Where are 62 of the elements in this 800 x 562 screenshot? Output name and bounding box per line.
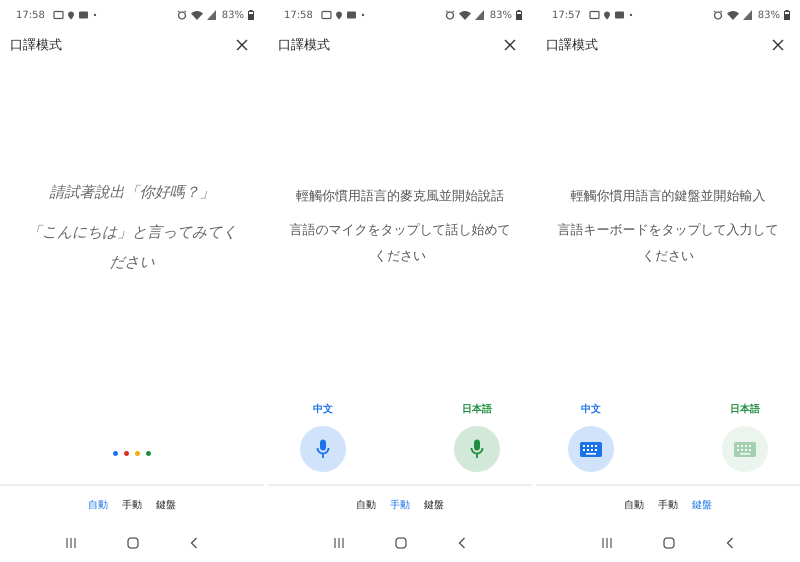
- back-icon[interactable]: [190, 537, 198, 549]
- language-label: 中文: [313, 402, 333, 416]
- language-button[interactable]: [568, 426, 614, 472]
- screen-title: 口譯模式: [278, 37, 330, 54]
- mode-tab[interactable]: 自動: [86, 496, 110, 514]
- prompt-text: 輕觸你慣用語言的鍵盤並開始輸入: [570, 188, 766, 206]
- alarm-icon: [444, 10, 455, 20]
- screen-title: 口譯模式: [546, 37, 598, 54]
- prompt-text: 言語キーボードをタップして入力してください: [556, 222, 780, 266]
- notification-icons: [588, 10, 633, 20]
- keyboard-icon: [734, 442, 756, 456]
- status-time: 17:57: [552, 10, 581, 20]
- language-label: 日本語: [730, 402, 760, 416]
- language-button[interactable]: [300, 426, 346, 472]
- wifi-icon: [726, 10, 739, 20]
- signal-icon: [474, 10, 484, 20]
- prompt-text: 言語のマイクをタップして話し始めてください: [288, 222, 512, 266]
- mode-tab[interactable]: 手動: [388, 496, 412, 514]
- mode-tab[interactable]: 自動: [354, 496, 378, 514]
- close-icon[interactable]: [504, 39, 516, 51]
- mode-tab[interactable]: 自動: [622, 496, 646, 514]
- battery-icon: [784, 10, 790, 20]
- notification-icons: [52, 10, 97, 20]
- language-label: 日本語: [462, 402, 492, 416]
- recent-apps-icon[interactable]: [334, 538, 344, 548]
- mode-tab[interactable]: 鍵盤: [154, 496, 178, 514]
- home-icon[interactable]: [126, 537, 139, 549]
- signal-icon: [206, 10, 216, 20]
- notification-icons: [320, 10, 365, 20]
- language-label: 中文: [581, 402, 601, 416]
- microphone-icon: [470, 439, 484, 459]
- close-icon[interactable]: [772, 39, 784, 51]
- signal-icon: [742, 10, 752, 20]
- screen-title: 口譯模式: [10, 37, 62, 54]
- keyboard-icon: [580, 442, 602, 456]
- back-icon[interactable]: [726, 537, 734, 549]
- prompt-text: 請試著說出「你好嗎？」: [48, 182, 216, 203]
- mode-tab[interactable]: 手動: [120, 496, 144, 514]
- mode-tab[interactable]: 鍵盤: [422, 496, 446, 514]
- battery-percent: 83%: [758, 10, 780, 20]
- home-icon[interactable]: [662, 537, 675, 549]
- battery-percent: 83%: [490, 10, 512, 20]
- home-icon[interactable]: [394, 537, 407, 549]
- battery-icon: [248, 10, 254, 20]
- language-button[interactable]: [454, 426, 500, 472]
- status-time: 17:58: [16, 10, 45, 20]
- back-icon[interactable]: [458, 537, 466, 549]
- status-time: 17:58: [284, 10, 313, 20]
- wifi-icon: [458, 10, 471, 20]
- recent-apps-icon[interactable]: [602, 538, 612, 548]
- mode-tab[interactable]: 鍵盤: [690, 496, 714, 514]
- microphone-icon: [316, 439, 330, 459]
- prompt-text: 輕觸你慣用語言的麥克風並開始說話: [295, 188, 505, 206]
- close-icon[interactable]: [236, 39, 248, 51]
- prompt-text: 「こんにちは」と言ってみてください: [26, 222, 238, 273]
- battery-percent: 83%: [222, 10, 244, 20]
- mode-tab[interactable]: 手動: [656, 496, 680, 514]
- recent-apps-icon[interactable]: [66, 538, 76, 548]
- alarm-icon: [712, 10, 723, 20]
- wifi-icon: [190, 10, 203, 20]
- alarm-icon: [176, 10, 187, 20]
- battery-icon: [516, 10, 522, 20]
